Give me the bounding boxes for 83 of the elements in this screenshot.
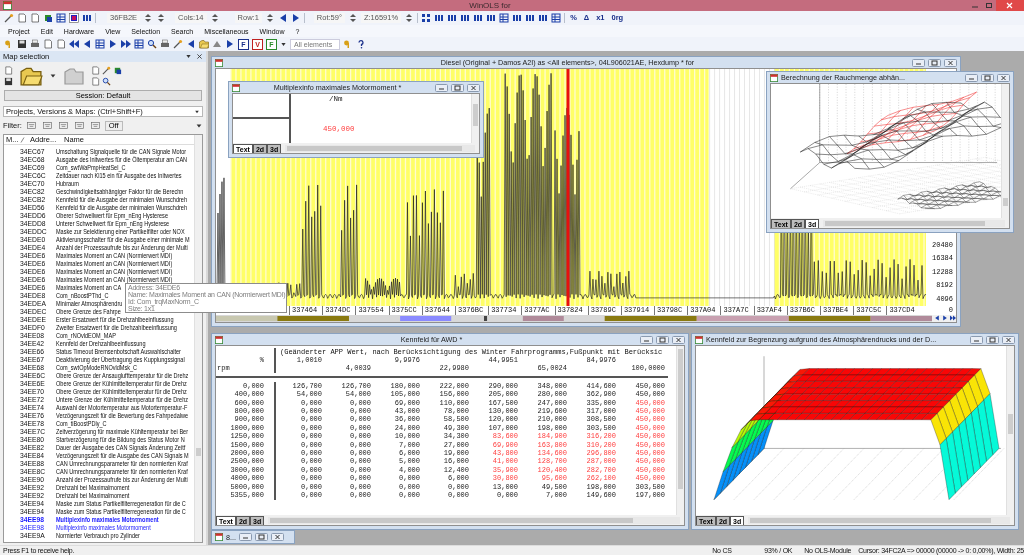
chip-icon[interactable] [43,13,53,23]
maximize-button[interactable] [986,335,999,344]
maximize-button[interactable] [981,73,994,82]
overview-scrollbar[interactable] [216,315,932,322]
magnifier-icon[interactable] [102,77,111,86]
minimize-button[interactable] [912,58,925,67]
double-arrow-right-icon[interactable] [121,39,131,49]
table-icon[interactable] [551,13,562,23]
horizontal-scrollbar[interactable] [285,145,475,152]
arrow-left-icon[interactable] [186,39,196,49]
chip-icon[interactable] [113,66,122,75]
double-arrow-right-icon[interactable] [950,315,956,321]
table-icon[interactable] [134,39,144,49]
maximize-button[interactable] [255,533,268,541]
maximize-button[interactable] [656,335,669,344]
filter-icon[interactable] [88,121,102,130]
filter-icon[interactable] [72,121,86,130]
bars-icon[interactable] [447,13,458,23]
close-button[interactable] [944,58,957,67]
bars-icon[interactable] [82,13,92,23]
close-icon[interactable] [196,53,203,60]
filter-icon[interactable] [24,121,38,130]
bars-icon[interactable] [486,13,497,23]
minimize-button[interactable] [970,335,983,344]
filter-icon[interactable] [40,121,54,130]
close-button[interactable] [997,73,1010,82]
sort-icon [20,136,25,143]
spinner-icon[interactable] [143,13,154,23]
arrow-right-icon[interactable] [108,39,118,49]
vertical-scrollbar[interactable] [1006,346,1014,515]
window-icon [215,533,223,541]
close-button[interactable] [271,533,284,541]
caret-icon[interactable] [280,40,287,48]
grid-line [233,94,291,119]
vertical-scrollbar[interactable] [1001,84,1009,218]
save-icon[interactable] [17,39,27,49]
help-icon[interactable] [356,39,366,49]
spinner-icon[interactable] [156,13,167,23]
grid-view-icon[interactable] [421,13,432,23]
caret-icon[interactable] [49,72,57,80]
vertical-scrollbar[interactable] [676,346,684,515]
arrow-left-icon[interactable] [934,315,940,321]
folder-icon[interactable] [18,65,44,87]
spinner-icon[interactable] [404,13,415,23]
color-square-icon[interactable] [69,13,79,23]
maximize-button[interactable] [451,83,464,92]
printer-icon[interactable] [30,39,40,49]
arrow-left-icon[interactable] [82,39,92,49]
magnifier-icon[interactable] [147,39,157,49]
double-arrow-left-icon[interactable] [69,39,79,49]
close-button[interactable] [672,335,685,344]
horizontal-scrollbar[interactable] [748,517,1010,524]
bars-icon[interactable] [434,13,445,23]
close-button[interactable] [996,0,1024,11]
horizontal-scrollbar[interactable] [823,220,1005,227]
arrow-right-icon[interactable] [225,39,235,49]
minimize-button[interactable] [640,335,653,344]
minimize-button[interactable] [435,83,448,92]
close-button[interactable] [1002,335,1015,344]
wand-icon[interactable] [102,66,111,75]
close-button[interactable] [467,83,480,92]
minimize-button[interactable] [965,73,978,82]
printer-icon[interactable] [160,39,170,49]
horizontal-scrollbar[interactable] [268,517,680,524]
table-icon[interactable] [56,13,66,23]
vertical-scrollbar[interactable] [471,94,479,143]
arrow-right-icon[interactable] [290,13,301,23]
window-icon [3,1,12,10]
arrow-right-icon[interactable] [942,315,948,321]
bars-icon[interactable] [460,13,471,23]
table-icon[interactable] [499,13,510,23]
table-icon[interactable] [95,39,105,49]
wand-icon[interactable] [4,13,14,23]
minimize-button[interactable] [239,533,252,541]
maximize-button[interactable] [928,58,941,67]
window-title: WinOLS for [468,1,512,10]
wand-icon[interactable] [173,39,183,49]
save-icon[interactable] [4,77,13,86]
filter-icon[interactable] [56,121,70,130]
bars-icon[interactable] [538,13,549,23]
bars-icon[interactable] [512,13,523,23]
bars-icon[interactable] [525,13,536,23]
bars-icon[interactable] [473,13,484,23]
